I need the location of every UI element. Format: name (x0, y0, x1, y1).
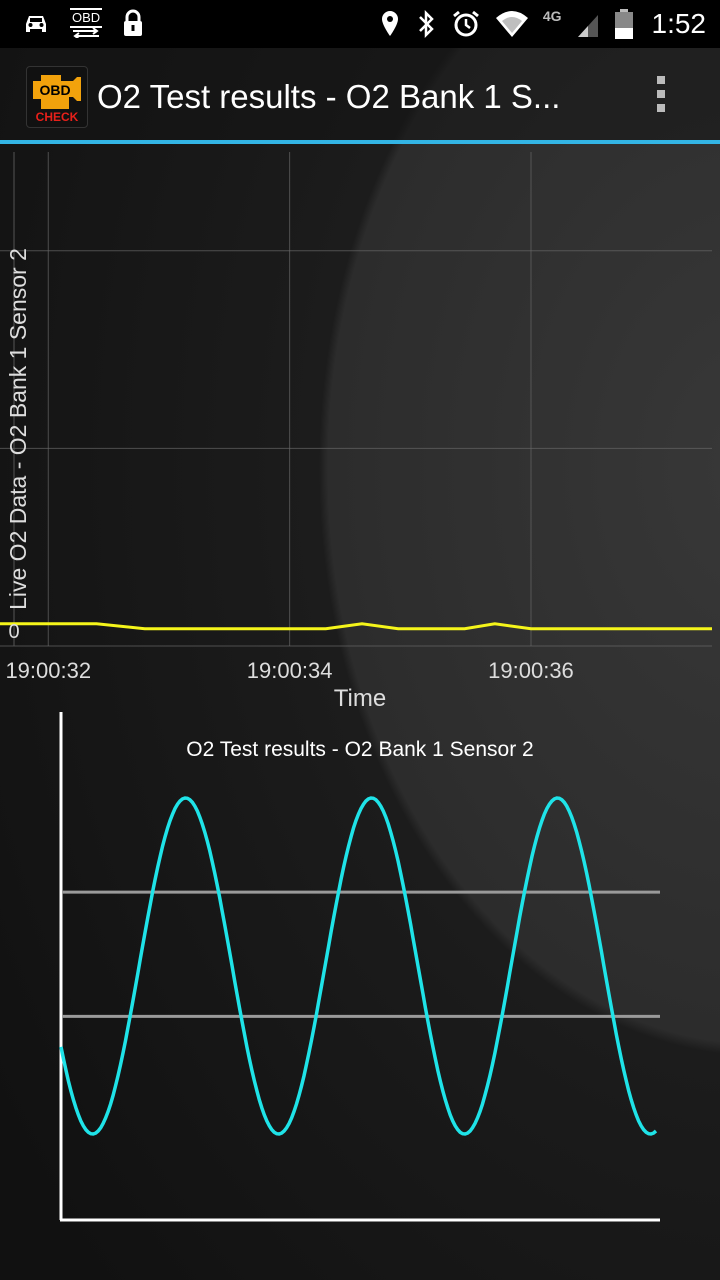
chart1-grid (0, 152, 712, 647)
obd-icon: OBD (70, 8, 103, 38)
o2-test-waveform-chart: O2 Test results - O2 Bank 1 Sensor 2 (59, 712, 660, 1222)
status-time: 1:52 (651, 8, 707, 39)
chart1-x-tick-label: 19:00:34 (247, 658, 333, 683)
chart1-series (0, 622, 712, 631)
battery-icon (614, 9, 633, 39)
wifi-icon (495, 11, 528, 37)
alarm-icon (452, 10, 479, 37)
chart2-series (59, 796, 658, 1136)
app-icon-check-text: CHECK (36, 110, 79, 124)
obd-label: OBD (70, 8, 103, 28)
chart1-x-tick-label: 19:00:36 (488, 658, 574, 683)
overflow-menu-icon[interactable] (654, 76, 668, 120)
chart1-series-line (0, 622, 712, 631)
obd-check-app-icon[interactable]: OBD CHECK (26, 66, 88, 128)
app-icon-obd-text: OBD (39, 82, 70, 98)
bluetooth-icon (418, 9, 434, 39)
chart2-waveform-line (59, 796, 658, 1136)
chart1-x-tick-label: 19:00:32 (5, 658, 91, 683)
screen-title: O2 Test results - O2 Bank 1 S... (97, 78, 561, 115)
car-icon (26, 16, 46, 32)
chart2-title: O2 Test results - O2 Bank 1 Sensor 2 (186, 738, 533, 761)
location-icon (381, 11, 398, 36)
network-type-label: 4G (542, 8, 562, 24)
status-bar: OBD 4G 1:52 (0, 0, 720, 48)
chart1-x-ticks: 19:00:32 19:00:34 19:00:36 (5, 658, 573, 683)
signal-icon (577, 15, 598, 37)
lock-icon (124, 9, 143, 36)
chart1-y-tick: 0 (8, 621, 19, 643)
chart1-y-axis-label: Live O2 Data - O2 Bank 1 Sensor 2 (5, 248, 31, 610)
chart2-thresholds (62, 890, 660, 1018)
chart1-x-axis-label: Time (334, 685, 386, 712)
live-o2-chart: 19:00:32 19:00:34 19:00:36 0 Time Live O2 … (0, 152, 712, 712)
